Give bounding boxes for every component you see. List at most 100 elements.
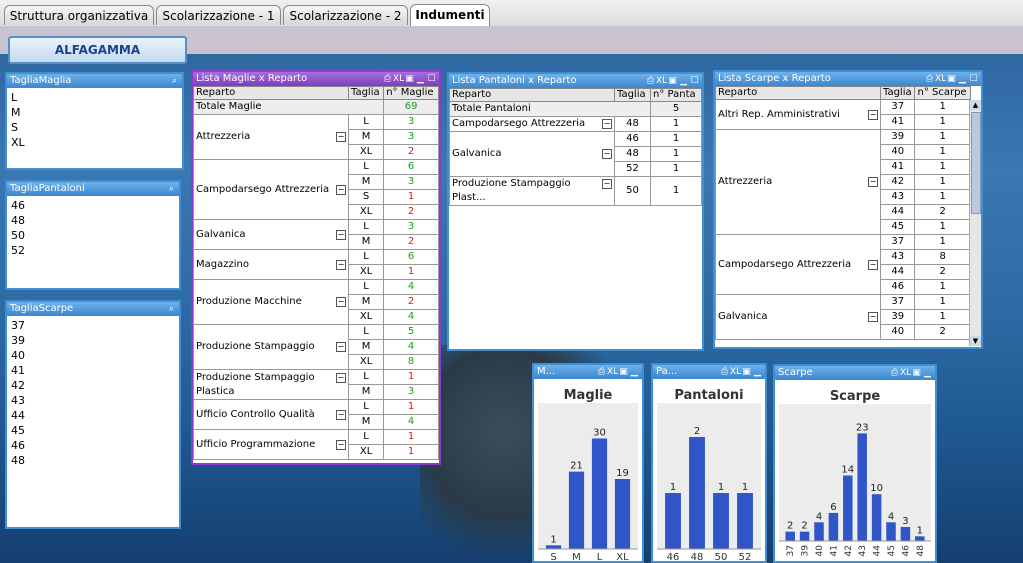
collapse-icon[interactable]: − — [336, 439, 346, 450]
restore-icon[interactable]: ▣ — [618, 365, 629, 379]
listbox-item[interactable]: 48 — [11, 213, 175, 228]
xl-export-icon[interactable]: XL — [935, 72, 946, 86]
alfagamma-button[interactable]: ALFAGAMMA — [8, 36, 187, 64]
column-header[interactable]: Reparto — [193, 86, 349, 100]
vertical-scrollbar[interactable]: ▲ ▼ — [969, 100, 981, 346]
listbox-item[interactable]: 50 — [11, 228, 175, 243]
table-row[interactable]: − Campodarsego Attrezzeria 37 1 — [715, 234, 971, 295]
lista-pantaloni-table-box[interactable]: Lista Pantaloni x Reparto ⎙ XL▣ ▁ ☐ Reparto T… — [447, 72, 704, 351]
taglia-pantaloni-listbox[interactable]: TagliaPantaloni ⌕ 46 48 50 52 — [5, 180, 181, 290]
collapse-icon[interactable]: − — [868, 109, 878, 120]
table-row[interactable]: − Produzione Stampaggio L 5 — [193, 324, 439, 370]
listbox-item[interactable]: 37 — [11, 318, 175, 333]
collapse-icon[interactable]: − — [868, 259, 878, 270]
listbox-item[interactable]: 40 — [11, 348, 175, 363]
print-icon[interactable]: ⎙ — [382, 72, 393, 86]
table-row[interactable]: − Produzione Macchine L 4 — [193, 279, 439, 325]
search-icon[interactable]: ⌕ — [169, 74, 180, 88]
pantaloni-chart-box[interactable]: Pa... ⎙ XL▣ ▁ Pantaloni 1 46 2 48 1 50 1 52 — [651, 363, 767, 563]
print-icon[interactable]: ⎙ — [645, 74, 656, 88]
minimize-icon[interactable]: ▁ — [752, 365, 763, 379]
collapse-icon[interactable]: − — [336, 342, 346, 352]
table-row[interactable]: − Galvanica 37 1 — [715, 294, 971, 340]
xl-export-icon[interactable]: XL — [607, 365, 618, 379]
listbox-item[interactable]: 39 — [11, 333, 175, 348]
column-header[interactable]: Taglia — [879, 86, 916, 100]
collapse-icon[interactable]: − — [336, 409, 346, 420]
restore-icon[interactable]: ▣ — [404, 72, 415, 86]
collapse-icon[interactable]: − — [868, 312, 878, 322]
minimize-icon[interactable]: ▁ — [922, 366, 933, 380]
reparto-cell[interactable]: − Produzione Stampaggio Plastica — [193, 369, 349, 400]
tab-indumenti[interactable]: Indumenti — [410, 4, 490, 26]
reparto-cell[interactable]: − Produzione Stampaggio Plast... — [449, 176, 615, 206]
table-row[interactable]: − Altri Rep. Amministrativi 37 1 — [715, 99, 971, 130]
xl-export-icon[interactable]: XL — [656, 74, 667, 88]
reparto-cell[interactable]: − Altri Rep. Amministrativi — [715, 99, 881, 130]
collapse-icon[interactable]: − — [602, 179, 612, 189]
restore-icon[interactable]: ▣ — [741, 365, 752, 379]
collapse-icon[interactable]: − — [336, 259, 346, 270]
reparto-cell[interactable]: − Campodarsego Attrezzeria — [193, 159, 349, 220]
listbox-item[interactable]: 44 — [11, 408, 175, 423]
maximize-icon[interactable]: ☐ — [968, 72, 979, 86]
listbox-item[interactable]: 46 — [11, 438, 175, 453]
scroll-down-arrow[interactable]: ▼ — [970, 336, 981, 346]
table-row[interactable]: − Campodarsego Attrezzeria L 6 — [193, 159, 439, 220]
reparto-cell[interactable]: − Galvanica — [715, 294, 881, 340]
reparto-cell[interactable]: − Magazzino — [193, 249, 349, 280]
taglia-maglia-listbox[interactable]: TagliaMaglia ⌕ L M S XL — [5, 72, 184, 170]
table-row[interactable]: − Magazzino L 6 — [193, 249, 439, 280]
minimize-icon[interactable]: ▁ — [957, 72, 968, 86]
listbox-item[interactable]: 52 — [11, 243, 175, 258]
column-header[interactable]: n° Panta — [650, 88, 702, 102]
reparto-cell[interactable]: − Galvanica — [449, 131, 615, 177]
xl-export-icon[interactable]: XL — [730, 365, 741, 379]
listbox-item[interactable]: 45 — [11, 423, 175, 438]
column-header[interactable]: n° Maglie — [383, 86, 439, 100]
listbox-item[interactable]: 43 — [11, 393, 175, 408]
scarpe-chart-box[interactable]: Scarpe ⎙ XL▣ ▁ Scarpe 2 37 2 39 4 40 6 41 14 42 23 43 10… — [773, 364, 937, 563]
minimize-icon[interactable]: ▁ — [629, 365, 640, 379]
print-icon[interactable]: ⎙ — [719, 365, 730, 379]
collapse-icon[interactable]: − — [336, 297, 346, 307]
tab-struttura-organizzativa[interactable]: Struttura organizzativa — [4, 5, 154, 25]
maximize-icon[interactable]: ☐ — [426, 72, 437, 86]
print-icon[interactable]: ⎙ — [596, 365, 607, 379]
collapse-icon[interactable]: − — [868, 177, 878, 187]
collapse-icon[interactable]: − — [336, 132, 346, 142]
reparto-cell[interactable]: − Campodarsego Attrezzeria — [449, 116, 615, 132]
listbox-item[interactable]: 42 — [11, 378, 175, 393]
reparto-cell[interactable]: − Produzione Macchine — [193, 279, 349, 325]
xl-export-icon[interactable]: XL — [393, 72, 404, 86]
collapse-icon[interactable]: − — [336, 184, 346, 195]
collapse-icon[interactable]: − — [336, 229, 346, 240]
minimize-icon[interactable]: ▁ — [415, 72, 426, 86]
table-row[interactable]: − Attrezzeria 39 1 — [715, 129, 971, 235]
reparto-cell[interactable]: − Attrezzeria — [193, 114, 349, 160]
taglia-scarpe-listbox[interactable]: TagliaScarpe ⌕ 37 39 40 41 42 43 44 45 46 48 — [5, 300, 181, 529]
restore-icon[interactable]: ▣ — [911, 366, 922, 380]
reparto-cell[interactable]: − Ufficio Programmazione — [193, 429, 349, 460]
reparto-cell[interactable]: − Galvanica — [193, 219, 349, 250]
print-icon[interactable]: ⎙ — [924, 72, 935, 86]
listbox-item[interactable]: 48 — [11, 453, 175, 468]
table-row[interactable]: − Produzione Stampaggio Plast... 50 1 — [449, 176, 702, 206]
reparto-cell[interactable]: − Attrezzeria — [715, 129, 881, 235]
xl-export-icon[interactable]: XL — [900, 366, 911, 380]
tab-scolarizzazione-1[interactable]: Scolarizzazione - 1 — [156, 5, 281, 25]
listbox-item[interactable]: M — [11, 105, 178, 120]
table-row[interactable]: − Galvanica L 3 — [193, 219, 439, 250]
table-row[interactable]: − Produzione Stampaggio Plastica L 1 — [193, 369, 439, 400]
table-row[interactable]: − Galvanica 46 1 — [449, 131, 702, 177]
lista-maglie-table-box[interactable]: Lista Maglie x Reparto ⎙ XL▣ ▁ ☐ Reparto Tagl… — [191, 70, 441, 465]
search-icon[interactable]: ⌕ — [166, 182, 177, 196]
listbox-item[interactable]: 46 — [11, 198, 175, 213]
reparto-cell[interactable]: − Ufficio Controllo Qualità — [193, 399, 349, 430]
table-row[interactable]: − Campodarsego Attrezzeria 48 1 — [449, 116, 702, 132]
collapse-icon[interactable]: − — [336, 372, 346, 383]
restore-icon[interactable]: ▣ — [946, 72, 957, 86]
collapse-icon[interactable]: − — [602, 119, 612, 129]
listbox-item[interactable]: S — [11, 120, 178, 135]
maximize-icon[interactable]: ☐ — [689, 74, 700, 88]
